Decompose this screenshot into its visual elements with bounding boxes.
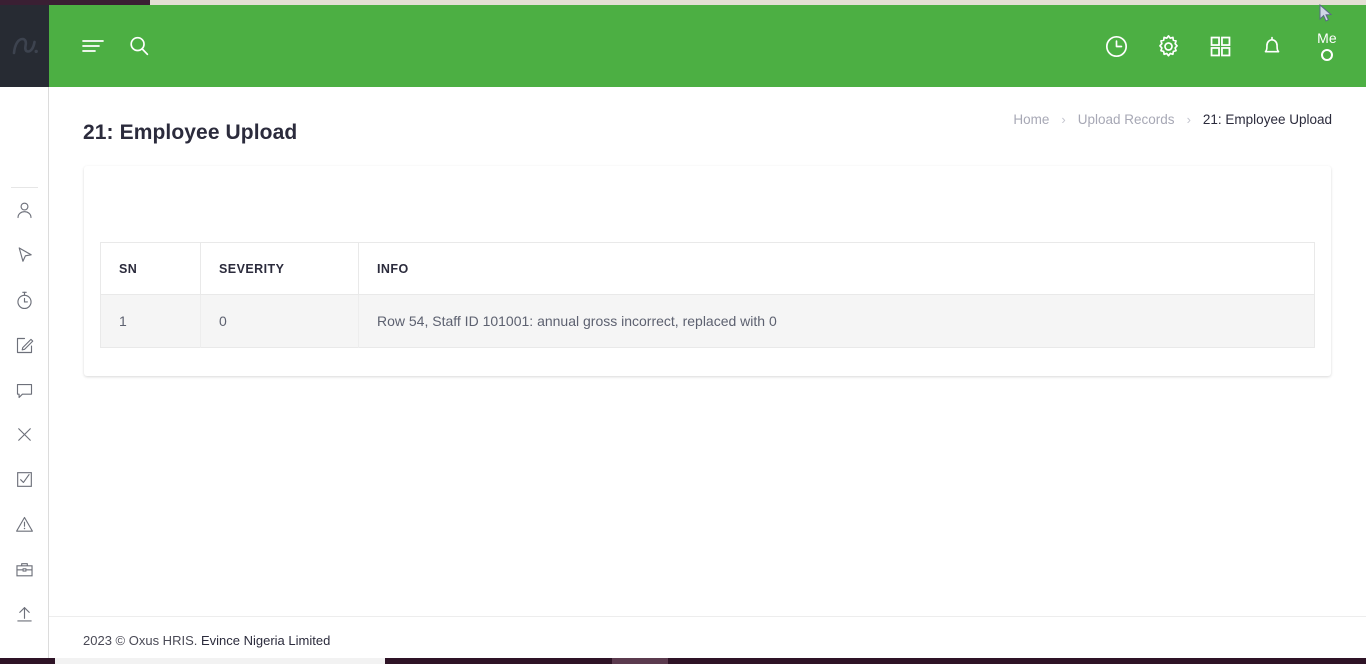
upload-arrow-icon xyxy=(16,607,32,622)
cell-info: Row 54, Staff ID 101001: annual gross in… xyxy=(358,294,1315,348)
cell-sn: 1 xyxy=(100,294,201,348)
breadcrumb: Home › Upload Records › 21: Employee Upl… xyxy=(1013,112,1332,127)
search-button[interactable] xyxy=(116,23,162,69)
page-title: 21: Employee Upload xyxy=(83,121,298,145)
card-header xyxy=(84,166,1331,242)
page-footer: 2023 © Oxus HRIS. Evince Nigeria Limited xyxy=(49,616,1366,664)
table-header-row: SN SEVERITY INFO xyxy=(100,242,1315,295)
cell-severity: 0 xyxy=(200,294,359,348)
page-header: 21: Employee Upload Home › Upload Record… xyxy=(49,87,1366,149)
notifications-button[interactable] xyxy=(1246,18,1298,74)
chat-bubble-icon xyxy=(16,383,32,398)
grid-apps-icon xyxy=(1210,36,1230,56)
table-head: SN SEVERITY INFO xyxy=(100,242,1315,295)
sidebar-items xyxy=(0,87,48,664)
sidebar-item-pointer[interactable] xyxy=(0,233,48,278)
clock-icon xyxy=(1105,35,1127,57)
taskbar-highlight xyxy=(612,658,668,664)
column-header-sn[interactable]: SN xyxy=(100,242,201,295)
warning-triangle-icon xyxy=(15,517,33,532)
app-logo[interactable] xyxy=(0,5,49,87)
breadcrumb-item-current: 21: Employee Upload xyxy=(1202,112,1332,127)
taskbar-window-edge xyxy=(55,658,385,664)
footer-company: Evince Nigeria Limited xyxy=(197,633,331,648)
topbar-left-group xyxy=(49,23,162,69)
user-icon xyxy=(16,202,32,218)
oxus-logo-icon xyxy=(12,37,38,55)
breadcrumb-separator: › xyxy=(1061,112,1066,127)
breadcrumb-separator: › xyxy=(1186,112,1191,127)
column-header-info[interactable]: INFO xyxy=(358,242,1315,295)
sidebar-item-edit[interactable] xyxy=(0,323,48,368)
user-menu[interactable]: Me xyxy=(1298,18,1356,74)
sidebar-item-alerts[interactable] xyxy=(0,502,48,547)
sidebar-item-close[interactable] xyxy=(0,413,48,458)
hamburger-menu-icon xyxy=(82,40,104,52)
table-row[interactable]: 1 0 Row 54, Staff ID 101001: annual gros… xyxy=(100,294,1315,348)
bell-icon xyxy=(1264,36,1280,53)
os-taskbar-strip xyxy=(0,658,1366,664)
briefcase-icon xyxy=(15,563,33,577)
gear-icon xyxy=(1158,34,1178,57)
table-body: 1 0 Row 54, Staff ID 101001: annual gros… xyxy=(100,294,1315,348)
sidebar-item-tasks[interactable] xyxy=(0,457,48,502)
sidebar-item-profile[interactable] xyxy=(0,188,48,233)
breadcrumb-item-home[interactable]: Home xyxy=(1013,112,1049,127)
avatar xyxy=(1321,49,1333,61)
history-button[interactable] xyxy=(1090,18,1142,74)
sidebar-item-messages[interactable] xyxy=(0,368,48,413)
page-content: 21: Employee Upload Home › Upload Record… xyxy=(49,87,1366,664)
edit-note-icon xyxy=(16,337,33,353)
apps-button[interactable] xyxy=(1194,18,1246,74)
search-icon xyxy=(130,36,149,56)
upload-results-table: SN SEVERITY INFO 1 0 Row 54, Staff ID 10… xyxy=(100,242,1315,348)
topbar-right-group: Me xyxy=(1090,18,1366,74)
checkbox-checked-icon xyxy=(16,472,32,488)
settings-button[interactable] xyxy=(1142,18,1194,74)
footer-text: 2023 © Oxus HRIS. Evince Nigeria Limited xyxy=(49,633,330,648)
card-body: SN SEVERITY INFO 1 0 Row 54, Staff ID 10… xyxy=(84,242,1331,376)
close-x-icon xyxy=(17,428,31,442)
footer-copyright: 2023 © Oxus HRIS. xyxy=(83,633,198,648)
results-card: SN SEVERITY INFO 1 0 Row 54, Staff ID 10… xyxy=(84,166,1331,376)
sidebar-item-upload[interactable] xyxy=(0,592,48,637)
menu-toggle-button[interactable] xyxy=(70,23,116,69)
sidebar-item-timesheet[interactable] xyxy=(0,278,48,323)
sidebar-item-jobs[interactable] xyxy=(0,547,48,592)
user-menu-label: Me xyxy=(1317,30,1337,46)
cursor-arrow-icon xyxy=(18,247,32,262)
top-navigation-bar: Me xyxy=(49,5,1366,87)
breadcrumb-item-upload-records[interactable]: Upload Records xyxy=(1078,112,1175,127)
sidebar xyxy=(0,5,49,664)
column-header-severity[interactable]: SEVERITY xyxy=(200,242,359,295)
stopwatch-icon xyxy=(16,291,32,309)
